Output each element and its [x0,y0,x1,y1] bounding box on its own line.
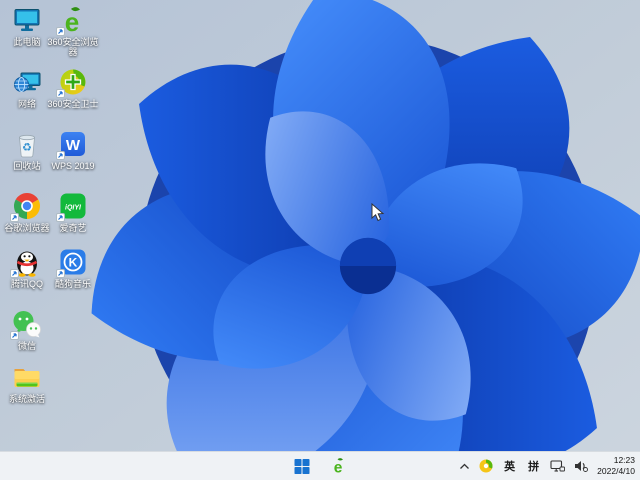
taskbar-app-360-browser[interactable]: e [327,454,351,478]
windows-logo-icon [294,458,309,474]
shortcut-arrow-icon [10,213,19,222]
desktop-icon-wps[interactable]: W WPS 2019 [51,129,95,171]
this-pc-icon [12,5,42,35]
svg-text:e: e [334,460,343,476]
kugou-icon: K [56,247,88,278]
kugou-glyph: K [69,256,78,270]
wps-glyph: W [66,137,81,154]
desktop-icon-this-pc[interactable]: 此电脑 [5,5,49,47]
clock[interactable]: 12:23 2022/4/10 [597,455,635,477]
volume-tray-icon[interactable] [574,460,589,472]
ime-english-indicator[interactable]: 英 [502,458,517,474]
360-browser-e-icon: e [334,458,343,476]
desktop-icon-360-browser[interactable]: e 360安全浏览器 [47,5,98,58]
shortcut-arrow-icon [56,151,65,160]
desktop-icon-360-safe[interactable]: 360安全卫士 [47,67,99,109]
tray-chevron-up-icon[interactable] [459,463,470,470]
shortcut-arrow-icon [56,213,65,222]
chrome-icon [10,191,42,222]
qq-penguin-icon [10,247,42,278]
taskbar: e 英 拼 12:23 2022/4/10 [0,451,640,480]
desktop-icon-label: 微信 [17,341,36,351]
wallpaper-bloom [0,0,640,480]
shortcut-arrow-icon [56,27,65,36]
desktop-icon-label: 360安全卫士 [47,99,99,109]
360-browser-icon: e [56,5,88,36]
desktop-icon-label: WPS 2019 [51,161,95,171]
desktop-icon-label: 爱奇艺 [59,223,87,233]
desktop: 此电脑 网络 ♻ 回收站 谷歌浏览器 腾讯QQ 微信 系统激活 e 360安全浏… [0,0,640,480]
desktop-icon-iqiyi[interactable]: iQIYI 爱奇艺 [51,191,95,233]
shortcut-arrow-icon [10,331,19,340]
desktop-icon-wechat[interactable]: 微信 [5,309,49,351]
folder-icon [12,362,42,392]
wechat-icon [10,309,42,340]
desktop-icon-activation-folder[interactable]: 系统激活 [5,362,49,404]
tray-360-safe-icon[interactable] [479,459,493,473]
clock-time: 12:23 [613,454,635,465]
desktop-icon-label: 酷狗音乐 [54,279,91,289]
recycle-bin-icon: ♻ [12,129,42,159]
desktop-icon-chrome[interactable]: 谷歌浏览器 [4,191,50,233]
desktop-icon-kugou[interactable]: K 酷狗音乐 [51,247,95,289]
taskbar-center: e [290,452,351,480]
shortcut-arrow-icon [56,269,65,278]
network-icon [12,67,42,97]
desktop-icon-label: 360安全浏览器 [47,37,99,58]
recycle-glyph: ♻ [22,142,32,154]
360-safe-icon [56,67,88,98]
network-tray-icon[interactable] [550,459,566,473]
iqiyi-icon: iQIYI [56,191,88,222]
browser-e-glyph: e [65,7,79,35]
ime-pinyin-indicator[interactable]: 拼 [526,458,541,474]
shortcut-arrow-icon [10,269,19,278]
start-button[interactable] [290,454,314,478]
desktop-icon-network[interactable]: 网络 [5,67,49,109]
iqiyi-glyph: iQIYI [65,205,82,212]
desktop-icon-qq[interactable]: 腾讯QQ [5,247,49,289]
desktop-icon-label: 系统激活 [8,394,45,404]
system-tray: 英 拼 12:23 2022/4/10 [459,452,635,480]
clock-date: 2022/4/10 [597,466,635,476]
shortcut-arrow-icon [56,89,65,98]
wps-icon: W [56,129,88,160]
desktop-icon-recycle-bin[interactable]: ♻ 回收站 [5,129,49,171]
